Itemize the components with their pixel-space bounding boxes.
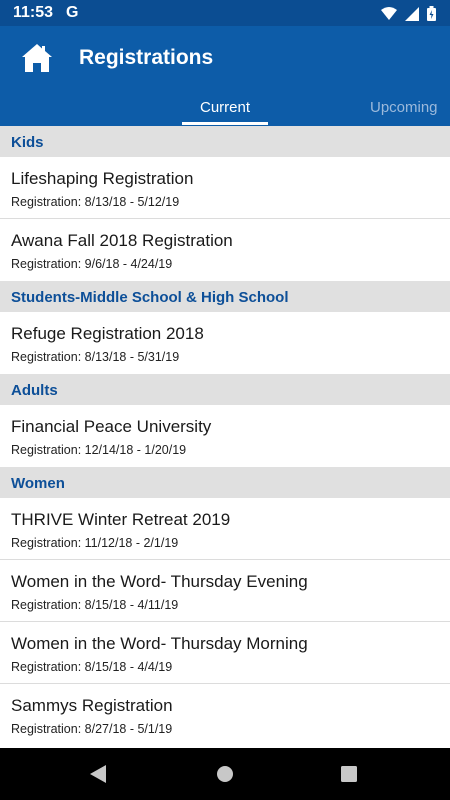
item-subtitle: Registration: 8/15/18 - 4/11/19 — [11, 598, 179, 612]
status-icons — [381, 6, 436, 21]
item-title: Women in the Word- Thursday Morning — [11, 634, 308, 653]
recents-icon[interactable] — [341, 766, 357, 782]
list-item[interactable]: Women in the Word- Thursday Evening Regi… — [0, 560, 450, 622]
item-title: Refuge Registration 2018 — [11, 324, 204, 343]
item-subtitle: Registration: 8/27/18 - 5/1/19 — [11, 722, 173, 736]
item-title: Lifeshaping Registration — [11, 169, 194, 188]
list-item[interactable]: Women in the Word- Thursday Morning Regi… — [0, 622, 450, 684]
page-title: Registrations — [79, 46, 214, 69]
section-header-adults: Adults — [0, 374, 450, 405]
item-subtitle: Registration: 9/6/18 - 4/24/19 — [11, 257, 173, 271]
tab-current[interactable]: Current — [182, 99, 268, 116]
item-title: Awana Fall 2018 Registration — [11, 231, 233, 250]
home-button[interactable] — [20, 42, 54, 74]
list-item[interactable]: Financial Peace University Registration:… — [0, 405, 450, 467]
list-item[interactable]: Lifeshaping Registration Registration: 8… — [0, 157, 450, 219]
home-nav-icon[interactable] — [216, 765, 234, 783]
status-time: 11:53 — [13, 4, 54, 21]
system-nav-bar — [0, 748, 450, 800]
list-item[interactable]: Sammys Registration Registration: 8/27/1… — [0, 684, 450, 746]
list-item[interactable]: THRIVE Winter Retreat 2019 Registration:… — [0, 498, 450, 560]
list-item[interactable]: Refuge Registration 2018 Registration: 8… — [0, 312, 450, 374]
signal-icon — [405, 6, 419, 21]
back-icon[interactable] — [90, 765, 106, 783]
section-header-students: Students-Middle School & High School — [0, 281, 450, 312]
app-bar: Registrations Current Upcoming — [0, 26, 450, 126]
battery-icon — [427, 6, 436, 21]
item-title: Financial Peace University — [11, 417, 212, 436]
tab-indicator — [182, 122, 268, 125]
item-subtitle: Registration: 8/13/18 - 5/12/19 — [11, 195, 180, 209]
home-icon — [22, 44, 52, 72]
section-header-kids: Kids — [0, 126, 450, 157]
wifi-icon — [381, 6, 397, 20]
item-subtitle: Registration: 12/14/18 - 1/20/19 — [11, 443, 187, 457]
section-header-women: Women — [0, 467, 450, 498]
item-title: Women in the Word- Thursday Evening — [11, 572, 308, 591]
item-subtitle: Registration: 8/15/18 - 4/4/19 — [11, 660, 173, 674]
item-subtitle: Registration: 8/13/18 - 5/31/19 — [11, 350, 180, 364]
registration-list[interactable]: Kids Lifeshaping Registration Registrati… — [0, 126, 450, 747]
status-bar: 11:53 G — [0, 0, 450, 26]
item-title: THRIVE Winter Retreat 2019 — [11, 510, 231, 529]
list-item[interactable]: Awana Fall 2018 Registration Registratio… — [0, 219, 450, 281]
item-subtitle: Registration: 11/12/18 - 2/1/19 — [11, 536, 179, 550]
tab-upcoming[interactable]: Upcoming — [370, 99, 438, 116]
google-icon: G — [66, 4, 79, 21]
item-title: Sammys Registration — [11, 696, 173, 715]
